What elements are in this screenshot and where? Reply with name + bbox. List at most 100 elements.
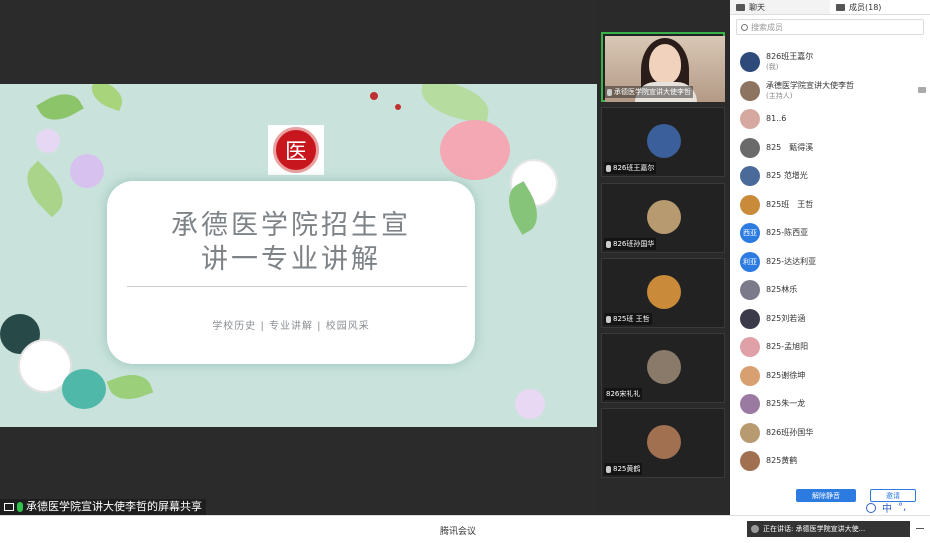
member-name: 826班王嘉尔 (我) <box>766 52 813 72</box>
mic-muted-icon <box>606 240 611 248</box>
video-tile-name: 826班孙国华 <box>604 238 657 250</box>
member-name-text: 承德医学院宣讲大使李哲 <box>766 80 854 90</box>
member-list-item[interactable]: 承德医学院宣讲大使李哲 (主持人) <box>740 79 854 103</box>
screen-share-icon <box>4 503 14 511</box>
members-icon <box>836 3 845 11</box>
member-list-item[interactable]: 825朱一龙 <box>740 392 805 416</box>
avatar <box>740 166 760 186</box>
member-name: 825-孟旭阳 <box>766 342 808 352</box>
member-name: 825刘若涵 <box>766 314 805 324</box>
member-list-item[interactable]: 825林乐 <box>740 278 797 302</box>
avatar <box>740 394 760 414</box>
member-role: (我) <box>766 63 779 71</box>
avatar <box>740 80 760 101</box>
member-list-item[interactable]: 825黄鹤 <box>740 449 797 473</box>
avatar <box>647 200 681 234</box>
member-name-text: 826班孙国华 <box>766 427 814 437</box>
flower-decoration <box>515 389 545 419</box>
search-icon <box>741 23 748 31</box>
meeting-bottom-bar: 腾讯会议 正在讲话: 承德医学院宣讲大使... <box>0 515 930 543</box>
video-tile-name: 承德医学院宣讲大使李哲 <box>605 86 693 98</box>
mic-muted-icon <box>606 465 611 473</box>
avatar <box>740 194 760 215</box>
avatar <box>647 275 681 309</box>
video-tile[interactable]: 825班 王哲 <box>601 258 725 328</box>
member-list-item[interactable]: 825班 王哲 <box>740 193 813 217</box>
member-list-item[interactable]: 825谢徐坤 <box>740 364 805 388</box>
avatar <box>647 124 681 158</box>
member-list-item[interactable]: 825刘若涵 <box>740 307 805 331</box>
member-name: 826班孙国华 <box>766 428 813 438</box>
avatar <box>740 52 760 72</box>
tab-members[interactable]: 成员(18) <box>830 0 930 14</box>
screen-share-text: 承德医学院宣讲大使李哲的屏幕共享 <box>26 500 202 513</box>
member-search-input[interactable]: 搜索成员 <box>736 19 924 35</box>
avatar <box>647 350 681 384</box>
slide-subtitle: 学校历史 | 专业讲解 | 校园风采 <box>212 321 370 332</box>
member-list-item[interactable]: 825 范增光 <box>740 164 808 188</box>
video-tile-name: 825黄鹤 <box>604 463 643 475</box>
screen-share-area: 医 承德医学院招生宣 讲一专业讲解 学校历史 | 专业讲解 | 校园风采 承德医学… <box>0 0 597 515</box>
pink-flower-decoration <box>440 120 510 180</box>
member-list-item[interactable]: 81..6 <box>740 107 786 131</box>
leaf-decoration <box>36 85 84 129</box>
member-name-text: 825-陈西亚 <box>766 228 809 237</box>
member-name-text: 825-孟旭阳 <box>766 342 809 351</box>
avatar <box>647 425 681 459</box>
slide-divider <box>127 286 467 287</box>
member-name: 825-陈西亚 <box>766 228 808 238</box>
berry-decoration <box>370 92 378 100</box>
video-tile[interactable]: 825黄鹤 <box>601 408 725 478</box>
member-name-text: 825刘若涵 <box>766 313 806 323</box>
screen-share-label: 承德医学院宣讲大使李哲的屏幕共享 <box>0 499 206 515</box>
mic-icon <box>607 88 612 96</box>
berry-decoration <box>395 104 401 110</box>
member-list-item[interactable]: 825-孟旭阳 <box>740 335 808 359</box>
avatar <box>740 365 760 386</box>
ime-punctuation-toggle[interactable]: °, <box>898 502 906 513</box>
ime-logo-icon[interactable] <box>866 502 876 513</box>
avatar <box>740 451 760 471</box>
leaf-decoration <box>16 160 74 218</box>
video-tile[interactable]: 826班孙国华 <box>601 183 725 253</box>
avatar <box>740 280 760 300</box>
unmute-all-button[interactable]: 解除静音 <box>796 489 856 502</box>
member-role: (主持人) <box>766 91 793 100</box>
member-name: 825林乐 <box>766 285 797 295</box>
video-tile-host[interactable]: 承德医学院宣讲大使李哲 <box>601 32 725 102</box>
panel-tabs: 聊天 成员(18) <box>730 0 930 15</box>
member-name: 825谢徐坤 <box>766 371 805 381</box>
avatar: 西亚 <box>740 223 760 243</box>
member-list-item[interactable]: 西亚 825-陈西亚 <box>740 221 808 245</box>
member-name: 承德医学院宣讲大使李哲 (主持人) <box>766 81 854 101</box>
member-name-text: 825林乐 <box>766 285 798 294</box>
member-list-item[interactable]: 826班孙国华 <box>740 421 813 445</box>
member-list-item[interactable]: 825 甄得溪 <box>740 136 813 160</box>
avatar <box>740 137 760 158</box>
school-logo: 医 <box>268 125 324 175</box>
leaf-decoration <box>106 367 154 407</box>
video-gallery: 承德医学院宣讲大使李哲 826班王嘉尔 826班孙国华 825班 王哲 826宋… <box>597 0 730 515</box>
video-tile[interactable]: 826宋礼礼 <box>601 333 725 403</box>
teal-flower-decoration <box>62 369 106 409</box>
member-list-item[interactable]: 利亚 825-达达利亚 <box>740 250 816 274</box>
flower-decoration <box>70 154 104 188</box>
tab-chat[interactable]: 聊天 <box>730 0 830 14</box>
slide-title: 承德医学院招生宣 讲一专业讲解 <box>171 210 411 275</box>
member-name-text: 826班王嘉尔 <box>766 52 814 61</box>
member-name: 825黄鹤 <box>766 456 797 466</box>
speaker-avatar <box>751 525 759 533</box>
member-list-item[interactable]: 826班王嘉尔 (我) <box>740 50 813 74</box>
avatar <box>740 337 760 357</box>
screen-share-icon <box>918 86 926 93</box>
minimize-button[interactable] <box>916 528 924 529</box>
member-name-text: 825朱一龙 <box>766 399 806 408</box>
school-seal-icon: 医 <box>273 127 319 173</box>
member-name-text: 825黄鹤 <box>766 456 798 465</box>
avatar <box>740 422 760 443</box>
ime-language-toggle[interactable]: 中 <box>882 500 892 515</box>
speaking-indicator: 正在讲话: 承德医学院宣讲大使... <box>747 521 910 537</box>
video-tile[interactable]: 826班王嘉尔 <box>601 107 725 177</box>
member-name: 825-达达利亚 <box>766 257 816 267</box>
mic-icon <box>17 502 23 512</box>
